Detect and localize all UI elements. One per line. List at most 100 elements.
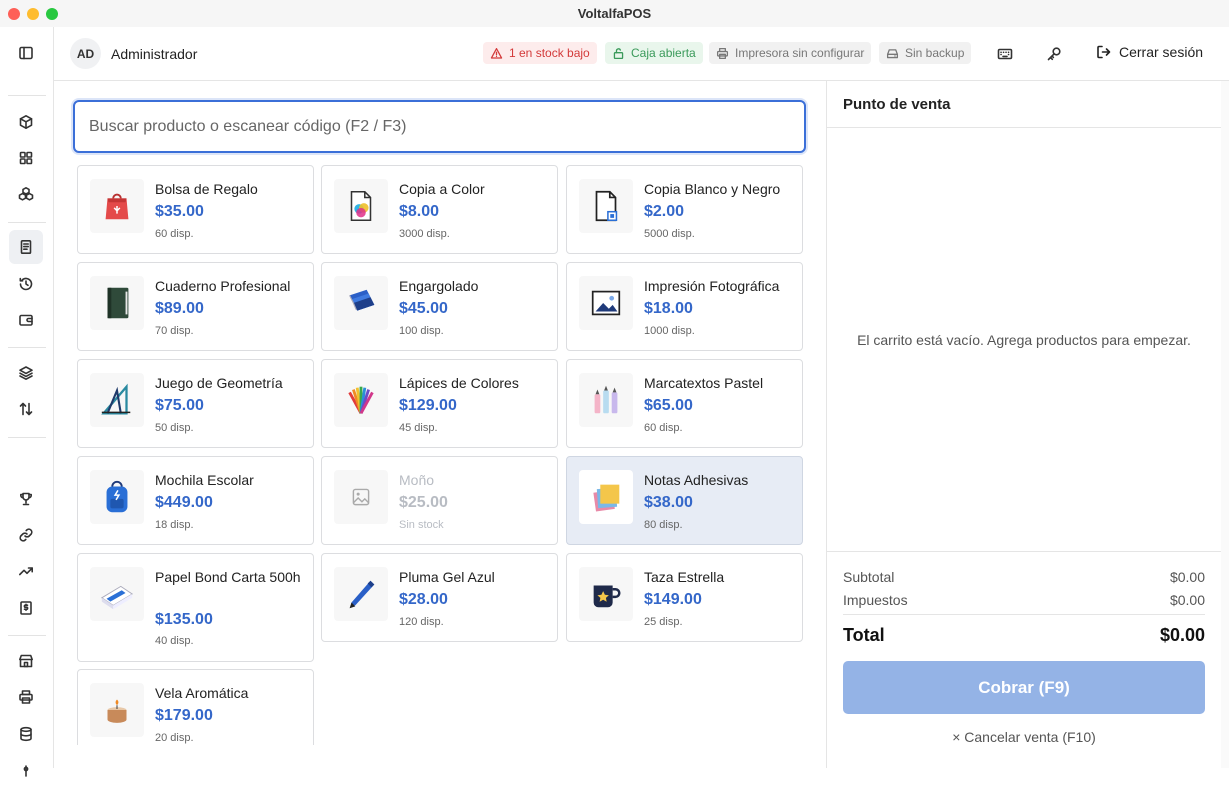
trophy-icon[interactable] <box>9 482 43 516</box>
sidebar-divider <box>8 347 46 348</box>
low-stock-badge[interactable]: 1 en stock bajo <box>483 42 597 64</box>
keyboard-icon[interactable] <box>995 44 1015 64</box>
product-card-out-of-stock[interactable]: Moño $25.00 Sin stock <box>321 456 558 545</box>
cart-title: Punto de venta <box>843 96 951 113</box>
divider <box>843 614 1205 615</box>
notebook-icon <box>90 276 144 330</box>
product-name: Mochila Escolar <box>155 472 254 488</box>
product-price: $449.00 <box>155 494 213 511</box>
printer-icon[interactable] <box>9 680 43 714</box>
cart-empty-message: El carrito está vacío. Agrega productos … <box>857 332 1191 348</box>
product-name: Vela Aromática <box>155 685 249 701</box>
tax-value: $0.00 <box>1169 592 1205 608</box>
product-stock: 120 disp. <box>399 616 444 628</box>
charge-button[interactable]: Cobrar (F9) <box>843 661 1205 714</box>
grid-icon[interactable] <box>9 141 43 175</box>
product-name: Pluma Gel Azul <box>399 569 495 585</box>
product-card[interactable]: Pluma Gel Azul $28.00 120 disp. <box>321 553 558 642</box>
backpack-icon <box>90 470 144 524</box>
product-price: $179.00 <box>155 707 213 724</box>
product-stock: 70 disp. <box>155 325 194 337</box>
product-name: Lápices de Colores <box>399 375 519 391</box>
link-icon[interactable] <box>9 518 43 552</box>
total-value: $0.00 <box>1159 625 1205 645</box>
key-icon[interactable] <box>1044 44 1064 64</box>
product-stock: 60 disp. <box>644 422 683 434</box>
wallet-icon[interactable] <box>9 303 43 337</box>
photo-print-icon <box>579 276 633 330</box>
candle-icon <box>90 683 144 737</box>
zoom-window-button[interactable] <box>46 8 58 20</box>
product-search-input[interactable] <box>73 100 806 153</box>
product-card[interactable]: Vela Aromática $179.00 20 disp. <box>77 669 314 745</box>
store-icon[interactable] <box>9 644 43 678</box>
settings-icon[interactable] <box>9 754 43 788</box>
product-price: $65.00 <box>644 397 693 414</box>
product-card-highlighted[interactable]: Notas Adhesivas $38.00 80 disp. <box>566 456 803 545</box>
product-price: $8.00 <box>399 203 440 220</box>
close-window-button[interactable] <box>8 8 20 20</box>
top-header: AD Administrador 1 en stock bajo Caja ab… <box>54 27 1229 81</box>
backup-status-badge[interactable]: Sin backup <box>879 42 972 64</box>
product-card[interactable]: Engargolado $45.00 100 disp. <box>321 262 558 351</box>
product-stock: 100 disp. <box>399 325 444 337</box>
close-icon: × <box>952 729 961 745</box>
register-status-badge[interactable]: Caja abierta <box>605 42 703 64</box>
cancel-sale-button[interactable]: × Cancelar venta (F10) <box>827 729 1221 745</box>
invoice-icon[interactable] <box>9 591 43 625</box>
product-name: Cuaderno Profesional <box>155 278 291 294</box>
spiral-binding-icon <box>334 276 388 330</box>
geometry-set-icon <box>90 373 144 427</box>
minimize-window-button[interactable] <box>27 8 39 20</box>
printer-status-badge[interactable]: Impresora sin configurar <box>709 42 872 64</box>
product-price: $135.00 <box>155 611 213 628</box>
history-icon[interactable] <box>9 267 43 301</box>
trending-up-icon[interactable] <box>9 554 43 588</box>
product-card[interactable]: Mochila Escolar $449.00 18 disp. <box>77 456 314 545</box>
layers-icon[interactable] <box>9 356 43 390</box>
product-card[interactable]: Impresión Fotográfica $18.00 1000 disp. <box>566 262 803 351</box>
product-price: $25.00 <box>399 494 448 511</box>
database-icon[interactable] <box>9 717 43 751</box>
product-stock: 20 disp. <box>155 732 194 744</box>
colored-pencils-icon <box>334 373 388 427</box>
total-row: Total $0.00 <box>843 625 1205 646</box>
divider <box>827 551 1221 552</box>
product-card[interactable]: Cuaderno Profesional $89.00 70 disp. <box>77 262 314 351</box>
product-price: $75.00 <box>155 397 204 414</box>
scrollbar-track[interactable] <box>1221 81 1229 768</box>
toggle-sidebar-icon[interactable] <box>9 36 43 70</box>
product-stock: 3000 disp. <box>399 228 450 240</box>
product-name: Papel Bond Carta 500h <box>155 569 301 585</box>
product-price: $35.00 <box>155 203 204 220</box>
product-card[interactable]: Copia a Color $8.00 3000 disp. <box>321 165 558 254</box>
product-price: $28.00 <box>399 591 448 608</box>
product-card[interactable]: Bolsa de Regalo $35.00 60 disp. <box>77 165 314 254</box>
product-card[interactable]: Lápices de Colores $129.00 45 disp. <box>321 359 558 448</box>
receipt-icon[interactable] <box>9 230 43 264</box>
product-card[interactable]: Papel Bond Carta 500h $135.00 40 disp. <box>77 553 314 662</box>
printer-icon <box>716 47 729 59</box>
logout-button[interactable]: Cerrar sesión <box>1096 44 1203 60</box>
product-price: $149.00 <box>644 591 702 608</box>
unlock-icon <box>613 47 624 59</box>
backup-status-label: Sin backup <box>905 46 965 60</box>
boxes-icon[interactable] <box>9 177 43 211</box>
product-card[interactable]: Marcatextos Pastel $65.00 60 disp. <box>566 359 803 448</box>
product-card[interactable]: Juego de Geometría $75.00 50 disp. <box>77 359 314 448</box>
transfer-arrows-icon[interactable] <box>9 392 43 426</box>
window-title: VoltalfaPOS <box>577 6 652 21</box>
product-card[interactable]: Taza Estrella $149.00 25 disp. <box>566 553 803 642</box>
box-icon[interactable] <box>9 105 43 139</box>
product-name: Copia a Color <box>399 181 485 197</box>
product-stock: 40 disp. <box>155 635 194 647</box>
product-stock: 80 disp. <box>644 519 683 531</box>
product-name: Bolsa de Regalo <box>155 181 258 197</box>
gel-pen-icon <box>334 567 388 621</box>
logout-icon <box>1097 45 1111 59</box>
avatar[interactable]: AD <box>70 38 101 69</box>
product-price: $38.00 <box>644 494 693 511</box>
product-card[interactable]: Copia Blanco y Negro $2.00 5000 disp. <box>566 165 803 254</box>
divider <box>827 127 1221 128</box>
subtotal-value: $0.00 <box>1169 569 1205 585</box>
